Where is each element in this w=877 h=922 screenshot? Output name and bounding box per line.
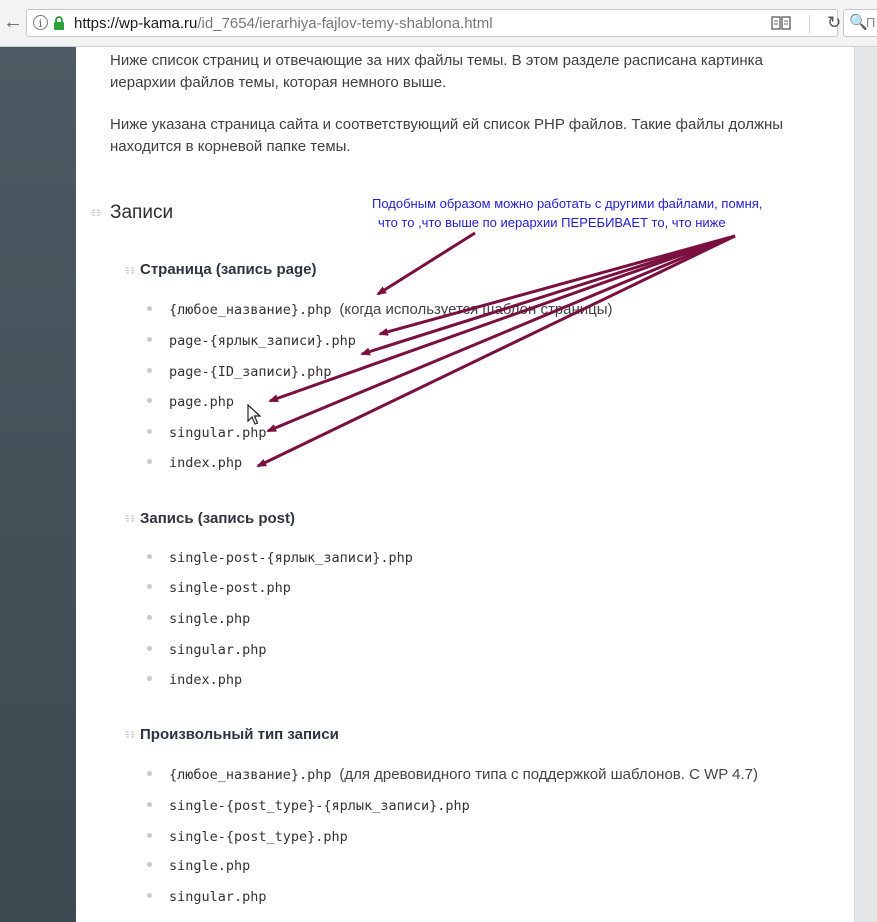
bullet	[147, 892, 152, 898]
file-name: singular.php	[169, 425, 267, 441]
bullet	[147, 861, 152, 867]
bullet	[147, 583, 152, 589]
list-item: page-{ID_записи}.php	[147, 363, 332, 380]
list-item: singular.php	[147, 424, 267, 441]
left-sidebar	[0, 47, 76, 922]
anchor-link-icon[interactable]	[124, 730, 136, 739]
subsection-title-custom-post-type: Произвольный тип записи	[140, 726, 339, 743]
browser-toolbar: ← i https://wp-kama.ru/id_7654/ierarhiya…	[0, 0, 877, 47]
text-line: Ниже список страниц и отвечающие за них …	[110, 52, 763, 69]
file-name: single.php	[169, 611, 251, 627]
bullet	[147, 397, 152, 403]
list-item: single-post.php	[147, 579, 291, 596]
file-note: (когда используется шаблон страницы)	[339, 301, 613, 318]
list-item: singular.php	[147, 641, 267, 658]
url-host: https://wp-kama.ru	[74, 15, 198, 32]
bullet	[147, 458, 152, 464]
file-name: singular.php	[169, 642, 267, 658]
list-item: singular.php	[147, 888, 267, 905]
file-name: single-{post_type}-{ярлык_записи}.php	[169, 798, 470, 814]
bullet	[147, 336, 152, 342]
search-box[interactable]: 🔍 П	[843, 9, 877, 37]
text-line: иерархии файлов темы, которая немного вы…	[110, 74, 447, 91]
section-title: Записи	[110, 202, 174, 223]
bullet	[147, 832, 152, 838]
file-name: single-post.php	[169, 580, 291, 596]
list-item: single.php	[147, 610, 250, 627]
list-item: page-{ярлык_записи}.php	[147, 332, 356, 349]
anchor-link-icon[interactable]	[124, 266, 136, 275]
subsection-title-page: Страница (запись page)	[140, 261, 317, 278]
intro-paragraph-1: Ниже список страниц и отвечающие за них …	[110, 50, 830, 94]
search-placeholder: П	[866, 15, 876, 30]
list-item: single-{post_type}.php	[147, 828, 348, 845]
list-item: single.php	[147, 857, 250, 874]
toolbar-separator	[809, 15, 810, 33]
bullet	[147, 801, 152, 807]
file-name: index.php	[169, 672, 243, 688]
url-path: /id_7654/ierarhiya-fajlov-temy-shablona.…	[197, 15, 493, 32]
list-item: index.php	[147, 671, 242, 688]
file-name: {любое_название}.php	[169, 302, 332, 318]
file-name: page-{ярлык_записи}.php	[169, 333, 356, 349]
list-item: single-post-{ярлык_записи}.php	[147, 549, 413, 566]
file-name: single-post-{ярлык_записи}.php	[169, 550, 413, 566]
back-arrow-icon[interactable]: ←	[2, 10, 24, 34]
bullet	[147, 428, 152, 434]
bullet	[147, 645, 152, 651]
list-item: index.php	[147, 454, 242, 471]
list-item: {любое_название}.php (для древовидного т…	[147, 766, 758, 783]
search-icon: 🔍	[849, 14, 868, 31]
info-icon[interactable]: i	[33, 15, 48, 30]
lock-icon	[54, 16, 64, 30]
list-item: page.php	[147, 393, 234, 410]
reader-view-icon[interactable]	[771, 15, 791, 31]
bullet	[147, 367, 152, 373]
bullet	[147, 305, 152, 311]
intro-paragraph-2: Ниже указана страница сайта и соответств…	[110, 114, 830, 158]
scrollbar[interactable]	[854, 47, 877, 922]
file-name: singular.php	[169, 889, 267, 905]
bullet	[147, 553, 152, 559]
annotation-line: что то ,что выше по иерархии ПЕРЕБИВАЕТ …	[378, 215, 726, 230]
mouse-cursor-icon	[247, 404, 261, 425]
anchor-link-icon[interactable]	[90, 208, 102, 217]
annotation-note: Подобным образом можно работать с другим…	[372, 194, 842, 232]
text-line: находится в корневой папке темы.	[110, 138, 351, 155]
file-name: single.php	[169, 858, 251, 874]
list-item: single-{post_type}-{ярлык_записи}.php	[147, 797, 470, 814]
article-content	[76, 47, 854, 922]
annotation-line: Подобным образом можно работать с другим…	[372, 196, 763, 211]
address-bar[interactable]: i https://wp-kama.ru/id_7654/ierarhiya-f…	[26, 9, 841, 37]
text-line: Ниже указана страница сайта и соответств…	[110, 116, 784, 133]
file-name: single-{post_type}.php	[169, 829, 348, 845]
bullet	[147, 675, 152, 681]
file-note: (для древовидного типа с поддержкой шабл…	[339, 766, 759, 783]
anchor-link-icon[interactable]	[124, 514, 136, 523]
file-name: {любое_название}.php	[169, 767, 332, 783]
bullet	[147, 614, 152, 620]
file-name: page.php	[169, 394, 235, 410]
file-name: index.php	[169, 455, 243, 471]
file-name: page-{ID_записи}.php	[169, 364, 332, 380]
url-text: https://wp-kama.ru/id_7654/ierarhiya-faj…	[74, 15, 493, 32]
reload-icon[interactable]: ↻	[827, 13, 841, 33]
bullet	[147, 770, 152, 776]
subsection-title-post: Запись (запись post)	[140, 510, 296, 527]
list-item: {любое_название}.php (когда используется…	[147, 301, 613, 318]
